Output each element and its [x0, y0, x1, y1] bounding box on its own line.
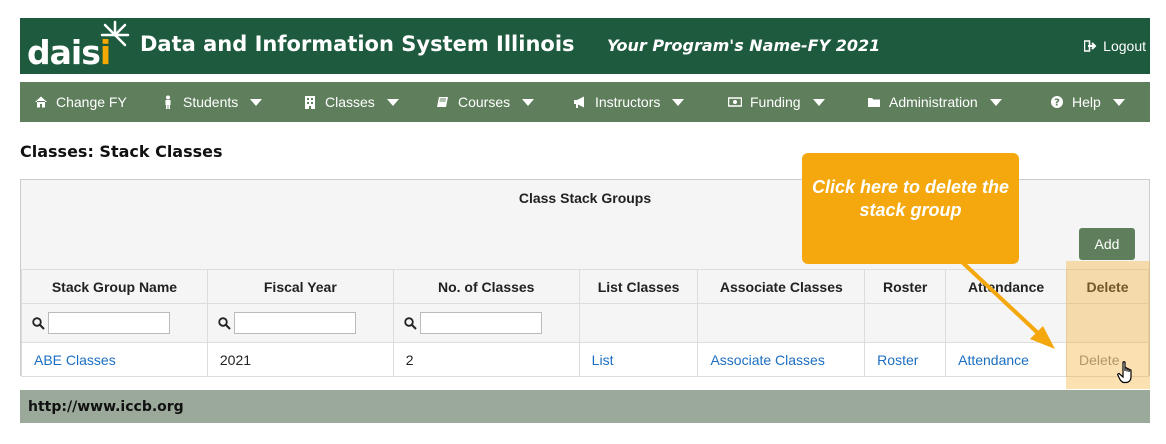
stack-group-name-cell: ABE Classes [21, 342, 208, 377]
delete-column-highlight [1066, 261, 1150, 389]
fiscal-year-cell: 2021 [206, 342, 394, 377]
callout-text: Click here to delete the stack group [811, 176, 1010, 220]
nav-label: Administration [889, 94, 978, 110]
column-header: Roster [864, 269, 947, 304]
logout-label: Logout [1103, 38, 1146, 54]
fiscal-year-filter[interactable] [233, 312, 356, 334]
filter-cell [578, 303, 699, 343]
filter-cell [697, 303, 866, 343]
nav-label: Students [183, 94, 239, 110]
nav-change-fy[interactable]: Change FY [34, 82, 127, 122]
search-icon [404, 316, 417, 330]
logo-text: daisi [27, 33, 111, 72]
footer: http://www.iccb.org [20, 390, 1150, 423]
filter-cell [945, 303, 1068, 343]
filter-cell [864, 303, 947, 343]
main-nav: Change FY Students Classes Courses Instr… [20, 82, 1150, 122]
chevron-down-icon [522, 98, 535, 106]
attendance-cell: Attendance [945, 342, 1068, 377]
nav-label: Help [1072, 94, 1101, 110]
person-icon [165, 95, 171, 109]
callout-box: Click here to delete the stack group [802, 153, 1019, 264]
sign-out-icon [1084, 40, 1097, 52]
column-header: List Classes [578, 269, 699, 304]
chevron-down-icon [812, 98, 825, 106]
daisi-logo[interactable]: daisi [20, 18, 130, 74]
list-cell: List [578, 342, 699, 377]
associate-cell: Associate Classes [697, 342, 866, 377]
program-name: Your Program's Name-FY 2021 [607, 36, 881, 55]
filter-cell [206, 303, 394, 343]
table-row: ABE Classes 2021 2 List Associate Classe… [21, 342, 1149, 377]
roster-cell: Roster [864, 342, 947, 377]
filter-cell [392, 303, 580, 343]
chevron-down-icon [672, 98, 685, 106]
chevron-down-icon [386, 98, 399, 106]
nav-label: Change FY [56, 94, 127, 110]
nav-courses[interactable]: Courses [436, 82, 535, 122]
folder-icon [868, 98, 880, 107]
column-header[interactable]: Fiscal Year [206, 269, 394, 304]
footer-url[interactable]: http://www.iccb.org [28, 399, 184, 415]
nav-label: Instructors [595, 94, 661, 110]
search-icon [32, 316, 45, 330]
book-icon [437, 97, 448, 107]
list-classes-link[interactable]: List [592, 352, 614, 368]
question-icon: ? [1051, 96, 1063, 109]
stack-groups-table: Stack Group Name Fiscal Year No. of Clas… [21, 269, 1149, 377]
nav-label: Courses [458, 94, 511, 110]
nav-help[interactable]: ? Help [1050, 82, 1125, 122]
filter-cell [21, 303, 208, 343]
nav-classes[interactable]: Classes [303, 82, 399, 122]
search-icon [218, 316, 231, 330]
roster-link[interactable]: Roster [877, 352, 918, 368]
column-header: Attendance [945, 269, 1068, 304]
num-classes-filter[interactable] [419, 312, 542, 334]
app-header: daisi Data and Information System Illino… [20, 18, 1150, 74]
chevron-down-icon [989, 98, 1002, 106]
bullhorn-icon [574, 96, 584, 108]
money-icon [728, 97, 742, 107]
home-icon [35, 96, 47, 108]
nav-funding[interactable]: Funding [728, 82, 825, 122]
nav-label: Funding [750, 94, 801, 110]
column-header: Associate Classes [697, 269, 866, 304]
column-header[interactable]: Stack Group Name [21, 269, 208, 304]
hand-pointer-icon [1117, 361, 1132, 384]
header-row: Stack Group Name Fiscal Year No. of Clas… [21, 269, 1149, 304]
logout-button[interactable]: Logout [1084, 38, 1146, 54]
num-classes-cell: 2 [392, 342, 580, 377]
column-header[interactable]: No. of Classes [392, 269, 580, 304]
building-icon [305, 96, 315, 109]
svg-text:?: ? [1054, 98, 1060, 109]
app-title: Data and Information System Illinois [140, 32, 575, 56]
stack-group-name-filter[interactable] [48, 312, 170, 334]
filter-row [21, 303, 1149, 343]
page-title: Classes: Stack Classes [20, 142, 223, 161]
add-button[interactable]: Add [1079, 228, 1135, 260]
attendance-link[interactable]: Attendance [958, 352, 1029, 368]
chevron-down-icon [250, 98, 263, 106]
stack-group-link[interactable]: ABE Classes [34, 352, 116, 368]
nav-administration[interactable]: Administration [867, 82, 1002, 122]
nav-label: Classes [325, 94, 375, 110]
associate-classes-link[interactable]: Associate Classes [710, 352, 824, 368]
sunburst-icon [100, 20, 130, 47]
chevron-down-icon [1112, 98, 1125, 106]
nav-instructors[interactable]: Instructors [573, 82, 685, 122]
nav-students[interactable]: Students [161, 82, 263, 122]
